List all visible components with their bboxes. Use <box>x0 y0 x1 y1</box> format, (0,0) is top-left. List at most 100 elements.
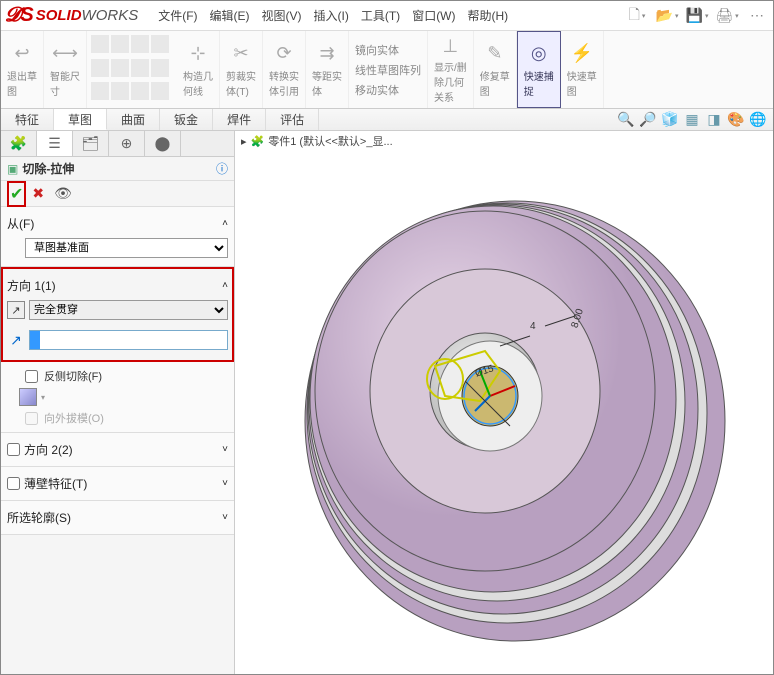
display-tab[interactable]: ⬤ <box>145 131 181 156</box>
part-name[interactable]: 零件1 (默认<<默认>_显... <box>268 133 392 149</box>
property-manager: 🧩 ☰ 🗂 ⊕ ⬤ ▣ 切除-拉伸 ⓘ ✔ ✖ 👁 从(F) ˄ <box>1 131 235 674</box>
cancel-button[interactable]: ✖ <box>32 185 44 202</box>
draft-outward-checkbox <box>25 412 38 425</box>
dimension-icon: ⟷ <box>53 42 77 66</box>
end-condition-select[interactable]: 完全贯穿 <box>29 300 228 320</box>
save-button[interactable]: 💾▾ <box>685 4 709 28</box>
ribbon-quick-snap[interactable]: ◎快速捕 捉 <box>517 31 561 108</box>
section-contours: 所选轮廓(S) ˅ <box>1 501 234 535</box>
pulley-model <box>285 171 765 671</box>
view-orient-icon[interactable]: 🧊 <box>661 111 679 129</box>
dimxpert-tab[interactable]: ⊕ <box>109 131 145 156</box>
section-thin-head[interactable]: 薄壁特征(T) ˅ <box>7 471 228 496</box>
plane-icon[interactable] <box>131 82 149 100</box>
ok-button[interactable]: ✔ <box>10 186 23 203</box>
chevron-down-icon: ˅ <box>222 444 228 455</box>
section-icon[interactable]: ◨ <box>705 111 723 129</box>
ribbon-exit-sketch[interactable]: ↩ 退出草 图 <box>1 31 44 108</box>
ellipse-icon[interactable] <box>111 59 129 77</box>
property-tab[interactable]: ☰ <box>37 131 73 156</box>
circle-icon[interactable] <box>131 35 149 53</box>
expand-icon[interactable]: ▸ <box>241 135 247 148</box>
manager-tabs: 🧩 ☰ 🗂 ⊕ ⬤ <box>1 131 234 157</box>
zoom-area-icon[interactable]: 🔎 <box>639 111 657 129</box>
chevron-up-icon: ˄ <box>222 218 228 229</box>
tab-weld[interactable]: 焊件 <box>213 109 266 130</box>
section-from: 从(F) ˄ 草图基准面 <box>1 207 234 267</box>
extra-button[interactable]: ⋯ <box>745 4 769 28</box>
menu-edit[interactable]: 编辑(E) <box>210 7 250 24</box>
app-logo: 𝓓S SOLIDWORKS <box>5 4 138 27</box>
ribbon-display[interactable]: ⊥显示/删 除几何 关系 <box>428 31 474 108</box>
polygon-icon[interactable] <box>151 59 169 77</box>
appearance-icon[interactable]: 🌐 <box>749 111 767 129</box>
logo-works: WORKS <box>82 7 139 24</box>
draft-icon[interactable] <box>19 388 37 406</box>
menu-view[interactable]: 视图(V) <box>262 7 302 24</box>
section-contours-head[interactable]: 所选轮廓(S) ˅ <box>7 505 228 530</box>
breadcrumb: ▸ 🧩 零件1 (默认<<默认>_显... <box>241 133 393 149</box>
snap-icon: ◎ <box>527 42 551 66</box>
dir2-checkbox[interactable] <box>7 443 20 456</box>
ribbon-array[interactable]: 线性草图阵列 <box>355 62 421 78</box>
part-icon: 🧩 <box>251 135 265 148</box>
main-menu: 文件(F) 编辑(E) 视图(V) 插入(I) 工具(T) 窗口(W) 帮助(H… <box>158 7 508 24</box>
menu-help[interactable]: 帮助(H) <box>468 7 509 24</box>
ribbon-mirror[interactable]: 镜向实体 <box>355 42 399 58</box>
reverse-dir-button[interactable]: ↗ <box>7 301 25 319</box>
thin-checkbox[interactable] <box>7 477 20 490</box>
open-button[interactable]: 📂▾ <box>655 4 679 28</box>
scene-icon[interactable]: 🎨 <box>727 111 745 129</box>
menu-window[interactable]: 窗口(W) <box>412 7 455 24</box>
tab-sketch[interactable]: 草图 <box>54 109 107 130</box>
help-icon[interactable]: ⓘ <box>216 160 228 177</box>
print-button[interactable]: 🖨▾ <box>715 4 739 28</box>
rect-icon[interactable] <box>111 35 129 53</box>
ribbon-repair[interactable]: ✎修复草 图 <box>474 31 517 108</box>
slot-icon[interactable] <box>131 59 149 77</box>
fillet-icon[interactable] <box>151 82 169 100</box>
ribbon-offset[interactable]: ⇉等距实 体 <box>306 31 349 108</box>
section-from-head[interactable]: 从(F) ˄ <box>7 211 228 236</box>
ribbon-construct[interactable]: ⊹构造几 何线 <box>177 31 220 108</box>
tab-feature[interactable]: 特征 <box>1 109 54 130</box>
command-tabbar: 特征 草图 曲面 钣金 焊件 评估 🔍 🔎 🧊 ▦ ◨ 🎨 🌐 <box>1 109 773 131</box>
ribbon-rapid-sketch[interactable]: ⚡快速草 图 <box>561 31 604 108</box>
tab-sheet[interactable]: 钣金 <box>160 109 213 130</box>
from-select[interactable]: 草图基准面 <box>25 238 228 258</box>
rapid-icon: ⚡ <box>570 42 594 66</box>
dim-4[interactable]: 4 <box>530 321 536 332</box>
ribbon-trim[interactable]: ✂剪裁实 体(T) <box>220 31 263 108</box>
section-dir1: 方向 1(1) ˄ ↗ 完全贯穿 ↗ <box>7 273 228 352</box>
spline-icon[interactable] <box>91 59 109 77</box>
menu-file[interactable]: 文件(F) <box>158 7 197 24</box>
menu-tools[interactable]: 工具(T) <box>361 7 400 24</box>
convert-icon: ⟳ <box>272 42 296 66</box>
tab-surface[interactable]: 曲面 <box>107 109 160 130</box>
config-tab[interactable]: 🗂 <box>73 131 109 156</box>
new-button[interactable]: 🗋▾ <box>625 4 649 28</box>
ribbon-convert[interactable]: ⟳转换实 体引用 <box>263 31 306 108</box>
feature-tree-tab[interactable]: 🧩 <box>1 131 37 156</box>
section-dir2-head[interactable]: 方向 2(2) ˅ <box>7 437 228 462</box>
zoom-icon[interactable]: 🔍 <box>617 111 635 129</box>
text-icon[interactable] <box>111 82 129 100</box>
direction-reference-input[interactable] <box>29 330 228 350</box>
preview-button[interactable]: 👁 <box>54 185 72 202</box>
ribbon-smart-dim[interactable]: ⟷ 智能尺 寸 <box>44 31 87 108</box>
section-dir1-head[interactable]: 方向 1(1) ˄ <box>7 273 228 298</box>
line-icon[interactable] <box>91 35 109 53</box>
reverse-cut-checkbox[interactable] <box>25 370 38 383</box>
tab-eval[interactable]: 评估 <box>266 109 319 130</box>
chevron-up-icon: ˄ <box>222 280 228 291</box>
ok-highlight: ✔ <box>7 181 26 207</box>
display-style-icon[interactable]: ▦ <box>683 111 701 129</box>
menu-insert[interactable]: 插入(I) <box>314 7 349 24</box>
section-dir2: 方向 2(2) ˅ <box>1 433 234 467</box>
graphics-area[interactable]: ▸ 🧩 零件1 (默认<<默认>_显... <box>235 131 773 674</box>
exit-sketch-icon: ↩ <box>10 42 34 66</box>
ribbon: ↩ 退出草 图 ⟷ 智能尺 寸 ⊹构造几 何线 ✂剪裁实 体(T) ⟳转换实 体… <box>1 31 773 109</box>
point-icon[interactable] <box>91 82 109 100</box>
ribbon-move[interactable]: 移动实体 <box>355 82 399 98</box>
arc-icon[interactable] <box>151 35 169 53</box>
